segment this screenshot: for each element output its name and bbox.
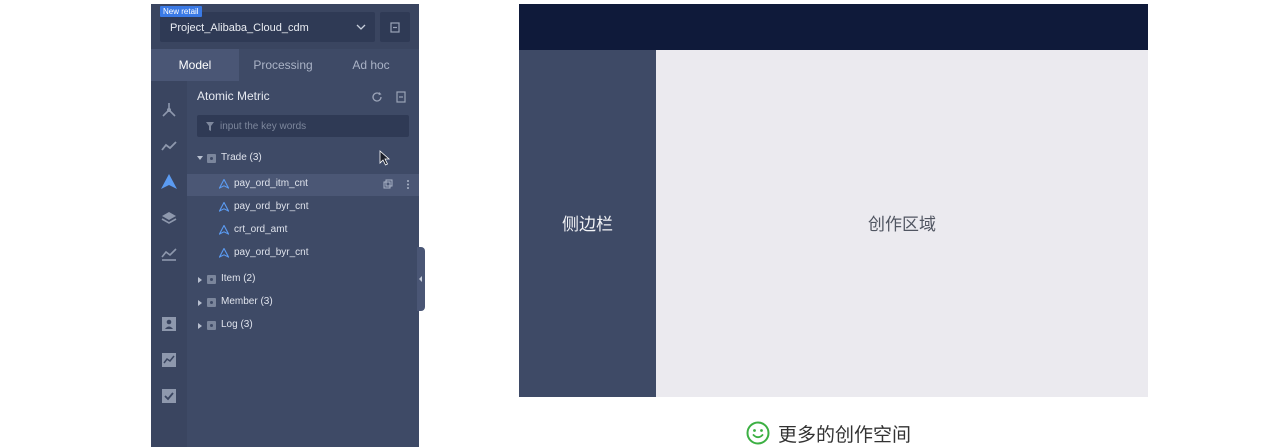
diagram-sidebar-label: 侧边栏 <box>562 215 613 235</box>
document-add-icon <box>390 21 400 33</box>
trend-icon[interactable] <box>160 137 178 155</box>
atomic-metric-icon <box>219 179 229 189</box>
atomic-metric-icon <box>219 202 229 212</box>
folder-icon <box>207 321 216 330</box>
tree-group-label: Item (2) <box>221 273 256 284</box>
tree-group-label: Log (3) <box>221 319 253 330</box>
project-row: Project_Alibaba_Cloud_cdm New retail <box>151 4 419 49</box>
copy-icon[interactable] <box>383 179 393 190</box>
tree-item[interactable]: pay_ord_byr_cnt <box>187 197 419 219</box>
caret-down-icon[interactable] <box>197 156 203 160</box>
chart-icon[interactable] <box>160 245 178 263</box>
file-export-icon[interactable] <box>395 91 407 103</box>
folder-icon <box>207 275 216 284</box>
tree-item-label: pay_ord_byr_cnt <box>234 247 309 258</box>
caption: 更多的创作空间 <box>746 420 911 446</box>
tab-ad-hoc[interactable]: Ad hoc <box>327 49 415 81</box>
tree-item[interactable]: crt_ord_amt <box>187 220 419 242</box>
tree-group-item[interactable]: Item (2) <box>187 269 419 291</box>
tree-item-label: pay_ord_itm_cnt <box>234 178 308 189</box>
diagram-top-bar <box>519 4 1148 50</box>
tree-item-label: pay_ord_byr_cnt <box>234 201 309 212</box>
caret-right-icon[interactable] <box>198 323 202 329</box>
filter-icon <box>206 121 214 131</box>
tab-processing[interactable]: Processing <box>239 49 327 81</box>
refresh-icon[interactable] <box>371 91 383 103</box>
checklist-icon[interactable] <box>160 387 178 405</box>
sidebar-collapse-handle[interactable] <box>417 247 425 311</box>
network-icon[interactable] <box>160 101 178 119</box>
folder-icon <box>207 298 216 307</box>
project-tag: New retail <box>160 6 202 17</box>
tree-group-log[interactable]: Log (3) <box>187 315 419 337</box>
metric-tree-panel: Atomic Metric Trade (3) pay_ord_itm_cnt <box>187 81 419 447</box>
icon-rail <box>151 81 187 447</box>
tab-model[interactable]: Model <box>151 49 239 81</box>
folder-icon <box>207 154 216 163</box>
more-vertical-icon[interactable] <box>403 179 413 190</box>
tab-bar: Model Processing Ad hoc <box>151 49 419 81</box>
atomic-metric-icon[interactable] <box>160 173 178 191</box>
tree-item[interactable]: pay_ord_byr_cnt <box>187 243 419 265</box>
diagram-main-label: 创作区域 <box>868 215 936 235</box>
caption-text: 更多的创作空间 <box>778 423 912 446</box>
search-box <box>197 115 409 137</box>
diagram-main-area: 创作区域 <box>656 50 1148 397</box>
user-report-icon[interactable] <box>160 315 178 333</box>
tree-group-member[interactable]: Member (3) <box>187 292 419 314</box>
smile-icon <box>746 421 770 445</box>
layout-diagram: 侧边栏 创作区域 <box>519 4 1148 397</box>
caret-right-icon[interactable] <box>198 277 202 283</box>
layers-icon[interactable] <box>160 209 178 227</box>
diagram-sidebar: 侧边栏 <box>519 50 656 397</box>
app-panel: Project_Alibaba_Cloud_cdm New retail Mod… <box>151 4 425 447</box>
tree-item-label: crt_ord_amt <box>234 224 288 235</box>
tree-group-label: Member (3) <box>221 296 273 307</box>
tree-item[interactable]: pay_ord_itm_cnt <box>187 174 419 196</box>
chevron-down-icon <box>356 24 366 30</box>
atomic-metric-icon <box>219 248 229 258</box>
dashboard-icon[interactable] <box>160 351 178 369</box>
mouse-pointer-icon <box>379 150 391 166</box>
section-title: Atomic Metric <box>197 89 270 103</box>
add-project-button[interactable] <box>380 12 410 42</box>
atomic-metric-icon <box>219 225 229 235</box>
project-name: Project_Alibaba_Cloud_cdm <box>170 22 309 34</box>
caret-right-icon[interactable] <box>198 300 202 306</box>
search-input[interactable] <box>220 120 400 132</box>
tree-group-label: Trade (3) <box>221 152 262 163</box>
